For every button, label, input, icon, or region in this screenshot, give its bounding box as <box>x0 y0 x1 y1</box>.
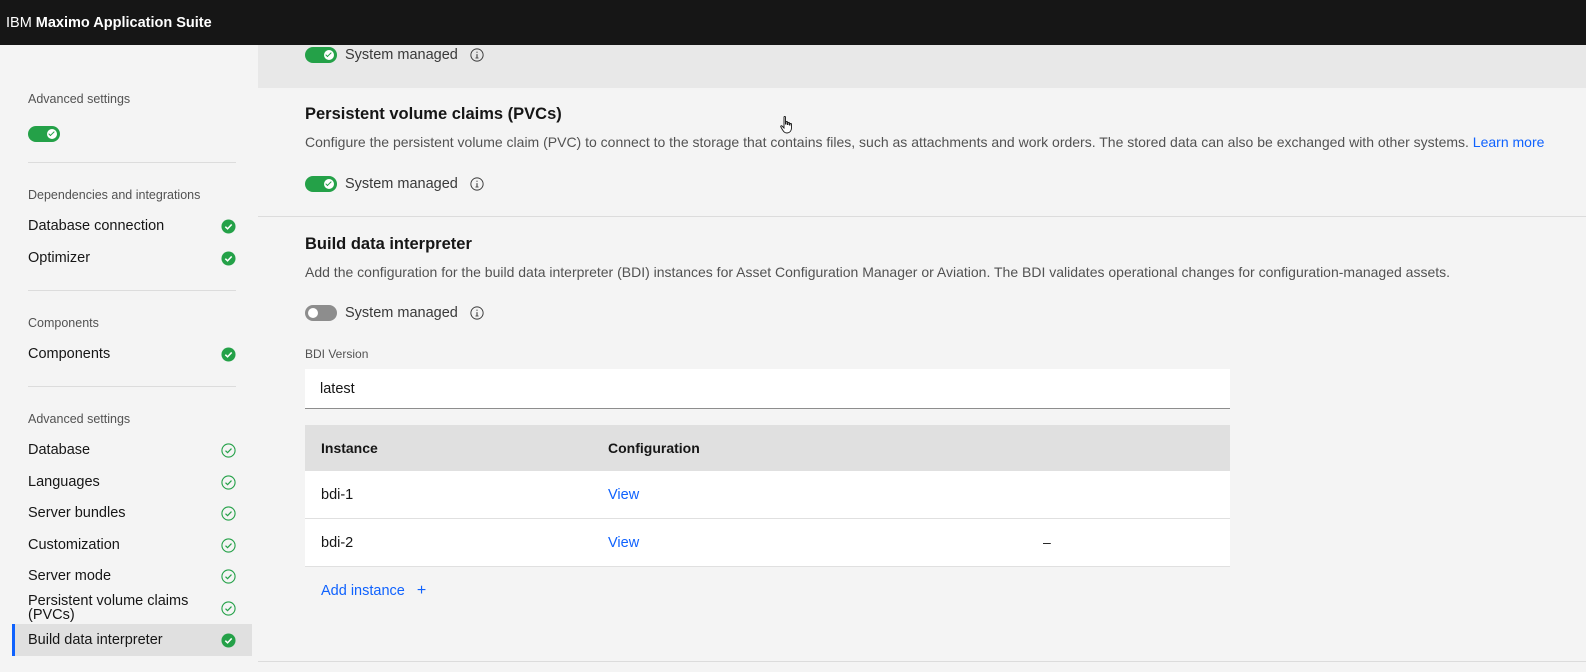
main-content: System managed Persistent volume claims … <box>258 45 1586 672</box>
information-icon[interactable] <box>470 48 484 62</box>
checkmark-filled-icon <box>221 346 236 362</box>
add-icon: + <box>416 582 427 599</box>
bdi-system-managed: System managed <box>305 305 484 321</box>
table-row: bdi-1 View <box>305 471 1230 519</box>
add-instance-button[interactable]: Add instance + <box>321 582 426 600</box>
instance-name: bdi-1 <box>321 486 354 503</box>
table-row: bdi-2 View – <box>305 519 1230 567</box>
sidebar-item-database-connection[interactable]: Database connection <box>12 210 252 242</box>
pvc-system-managed: System managed <box>305 176 484 192</box>
system-managed-toggle[interactable] <box>305 305 337 321</box>
bdi-section-description: Add the configuration for the build data… <box>305 264 1451 280</box>
sidebar-item-label: Server mode <box>28 568 112 584</box>
checkmark-filled-icon <box>221 250 236 266</box>
section-divider <box>258 661 1586 662</box>
sidebar-item-label: Components <box>28 346 111 362</box>
sidebar-item-pvcs[interactable]: Persistent volume claims (PVCs) <box>12 592 252 624</box>
system-managed-toggle[interactable] <box>305 47 337 63</box>
checkmark-outline-icon <box>221 568 236 584</box>
sidebar-item-label: Optimizer <box>28 250 91 266</box>
sidebar-item-server-mode[interactable]: Server mode <box>12 560 252 592</box>
checkmark-filled-icon <box>221 218 236 234</box>
checkmark-outline-icon <box>221 505 236 521</box>
checkmark-outline-icon <box>221 537 236 553</box>
bdi-version-input[interactable] <box>305 369 1230 409</box>
toggle-label: System managed <box>345 47 458 63</box>
top-bar: IBM Maximo Application Suite <box>0 0 1586 45</box>
checkmark-outline-icon <box>221 474 236 490</box>
pvc-section-title: Persistent volume claims (PVCs) <box>305 105 562 123</box>
sidebar-item-server-bundles[interactable]: Server bundles <box>12 497 252 529</box>
sidebar-item-label: Persistent volume claims (PVCs) <box>28 593 189 623</box>
sidebar-item-languages[interactable]: Languages <box>12 466 252 498</box>
checkmark-outline-icon <box>221 442 236 458</box>
information-icon[interactable] <box>470 177 484 191</box>
instance-name: bdi-2 <box>321 534 354 551</box>
sidebar-item-database[interactable]: Database <box>12 434 252 466</box>
view-configuration-link[interactable]: View <box>608 487 908 503</box>
table-header: Instance Configuration <box>305 425 1230 471</box>
sidebar-item-label: Build data interpreter <box>28 632 163 648</box>
sidebar-nav: Advanced settings Dependencies and integ… <box>0 45 252 672</box>
bdi-section-title: Build data interpreter <box>305 235 472 253</box>
sidebar-item-label: Database <box>28 442 91 458</box>
sidebar-item-label: Database connection <box>28 218 165 234</box>
section-divider <box>258 216 1586 217</box>
bdi-version-label: BDI Version <box>305 347 369 361</box>
toggle-switch[interactable] <box>28 125 60 142</box>
pvc-description-text: Configure the persistent volume claim (P… <box>305 134 1469 150</box>
sidebar-item-label: Server bundles <box>28 505 126 521</box>
information-icon[interactable] <box>470 306 484 320</box>
column-header-configuration: Configuration <box>608 440 700 456</box>
column-header-instance: Instance <box>321 440 378 456</box>
system-managed-toggle[interactable] <box>305 176 337 192</box>
toggle-label: System managed <box>345 176 458 192</box>
sidebar-heading-advanced-top: Advanced settings <box>28 92 131 106</box>
toggle-label: System managed <box>345 305 458 321</box>
divider <box>28 290 236 291</box>
checkmark-filled-icon <box>221 632 236 648</box>
brand-prefix: IBM <box>6 14 32 31</box>
sidebar-item-build-data-interpreter[interactable]: Build data interpreter <box>12 624 252 656</box>
hand-cursor-icon <box>780 116 794 139</box>
sidebar-item-components[interactable]: Components <box>12 338 252 370</box>
add-instance-label: Add instance <box>321 583 405 599</box>
bdi-instances-table: Instance Configuration bdi-1 View bdi-2 … <box>305 425 1230 567</box>
sidebar-heading-dependencies: Dependencies and integrations <box>28 188 201 202</box>
sidebar-item-label: Languages <box>28 474 100 490</box>
view-configuration-link[interactable]: View <box>608 535 908 551</box>
sidebar-heading-components: Components <box>28 316 99 330</box>
app-title[interactable]: Maximo Application Suite <box>36 15 212 31</box>
advanced-settings-toggle[interactable] <box>28 125 60 143</box>
pvc-section-description: Configure the persistent volume claim (P… <box>305 134 1544 150</box>
learn-more-link[interactable]: Learn more <box>1473 134 1545 150</box>
remove-instance-button[interactable]: – <box>1043 534 1051 550</box>
sidebar-item-customization[interactable]: Customization <box>12 529 252 561</box>
sidebar-heading-advanced: Advanced settings <box>28 412 131 426</box>
sidebar-item-label: Customization <box>28 537 120 553</box>
checkmark-outline-icon <box>221 600 236 616</box>
banner-system-managed: System managed <box>305 47 484 63</box>
divider <box>28 162 236 163</box>
sidebar-item-optimizer[interactable]: Optimizer <box>12 242 252 274</box>
divider <box>28 386 236 387</box>
